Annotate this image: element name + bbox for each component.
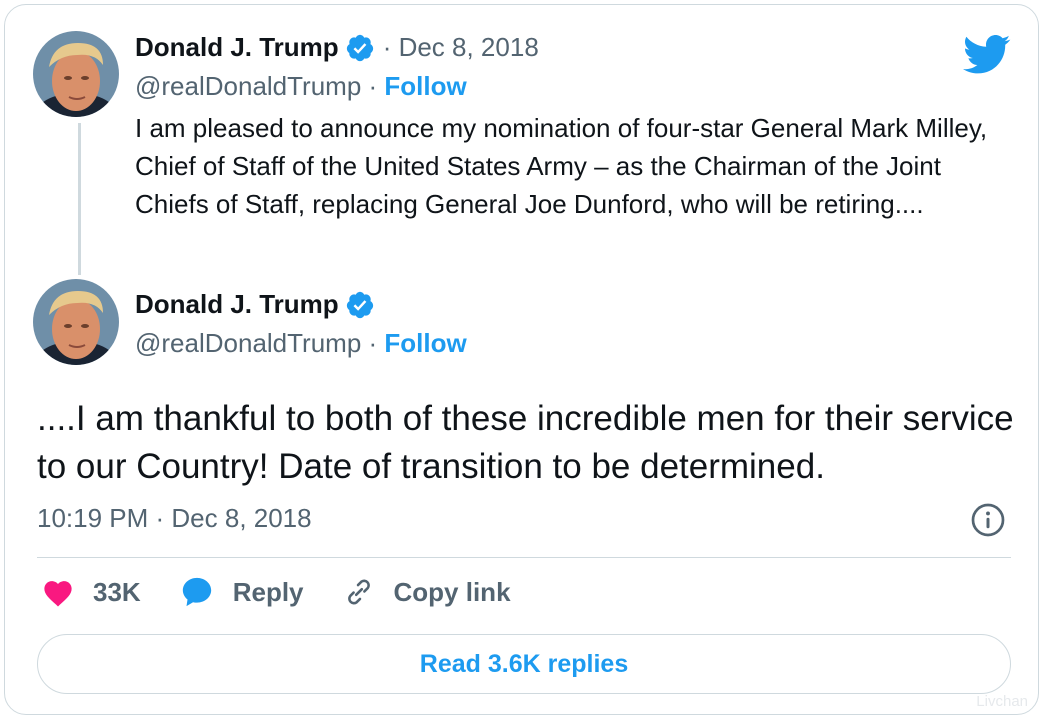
- copy-link-label: Copy link: [393, 576, 511, 607]
- verified-badge-icon: [346, 34, 373, 61]
- tweet2-text: ....I am thankful to both of these incre…: [37, 399, 1014, 486]
- tweet2-handle-row: @realDonaldTrump · Follow: [135, 328, 467, 359]
- separator: ·: [361, 71, 385, 101]
- tweet1-author-row: Donald J. Trump · Dec 8, 2018: [135, 32, 539, 63]
- action-bar: 33K Reply Copy link: [41, 575, 549, 609]
- tweet2-author-row: Donald J. Trump: [135, 289, 375, 320]
- author-handle[interactable]: @realDonaldTrump: [135, 71, 361, 101]
- follow-button[interactable]: Follow: [384, 328, 466, 358]
- verified-badge-icon: [346, 291, 373, 318]
- thread-connector-line: [78, 123, 81, 275]
- copy-link-button[interactable]: Copy link: [342, 575, 511, 609]
- reply-button[interactable]: Reply: [179, 575, 304, 609]
- divider: [37, 557, 1011, 558]
- like-count: 33K: [93, 576, 141, 607]
- separator: ·: [361, 328, 385, 358]
- avatar[interactable]: [33, 31, 119, 117]
- reply-bubble-icon: [182, 577, 211, 607]
- reply-label: Reply: [232, 576, 304, 607]
- heart-icon: [44, 581, 72, 607]
- twitter-logo-icon[interactable]: [963, 35, 1011, 75]
- author-name[interactable]: Donald J. Trump: [135, 32, 339, 63]
- author-name[interactable]: Donald J. Trump: [135, 289, 339, 320]
- follow-button[interactable]: Follow: [384, 71, 466, 101]
- avatar[interactable]: [33, 279, 119, 365]
- author-handle[interactable]: @realDonaldTrump: [135, 328, 361, 358]
- info-icon[interactable]: [970, 502, 1006, 538]
- link-icon: [347, 579, 370, 605]
- tweet1-text: I am pleased to announce my nomination o…: [135, 113, 988, 219]
- tweet-timestamp[interactable]: 10:19 PM · Dec 8, 2018: [37, 503, 312, 534]
- tweet1-handle-row: @realDonaldTrump · Follow: [135, 71, 467, 102]
- tweet1-date[interactable]: · Dec 8, 2018: [383, 32, 539, 63]
- read-replies-button[interactable]: Read 3.6K replies: [37, 634, 1011, 694]
- like-button[interactable]: 33K: [41, 577, 141, 608]
- watermark: Livchan: [976, 693, 1028, 710]
- tweet-card: Donald J. Trump · Dec 8, 2018 @realDonal…: [4, 4, 1039, 715]
